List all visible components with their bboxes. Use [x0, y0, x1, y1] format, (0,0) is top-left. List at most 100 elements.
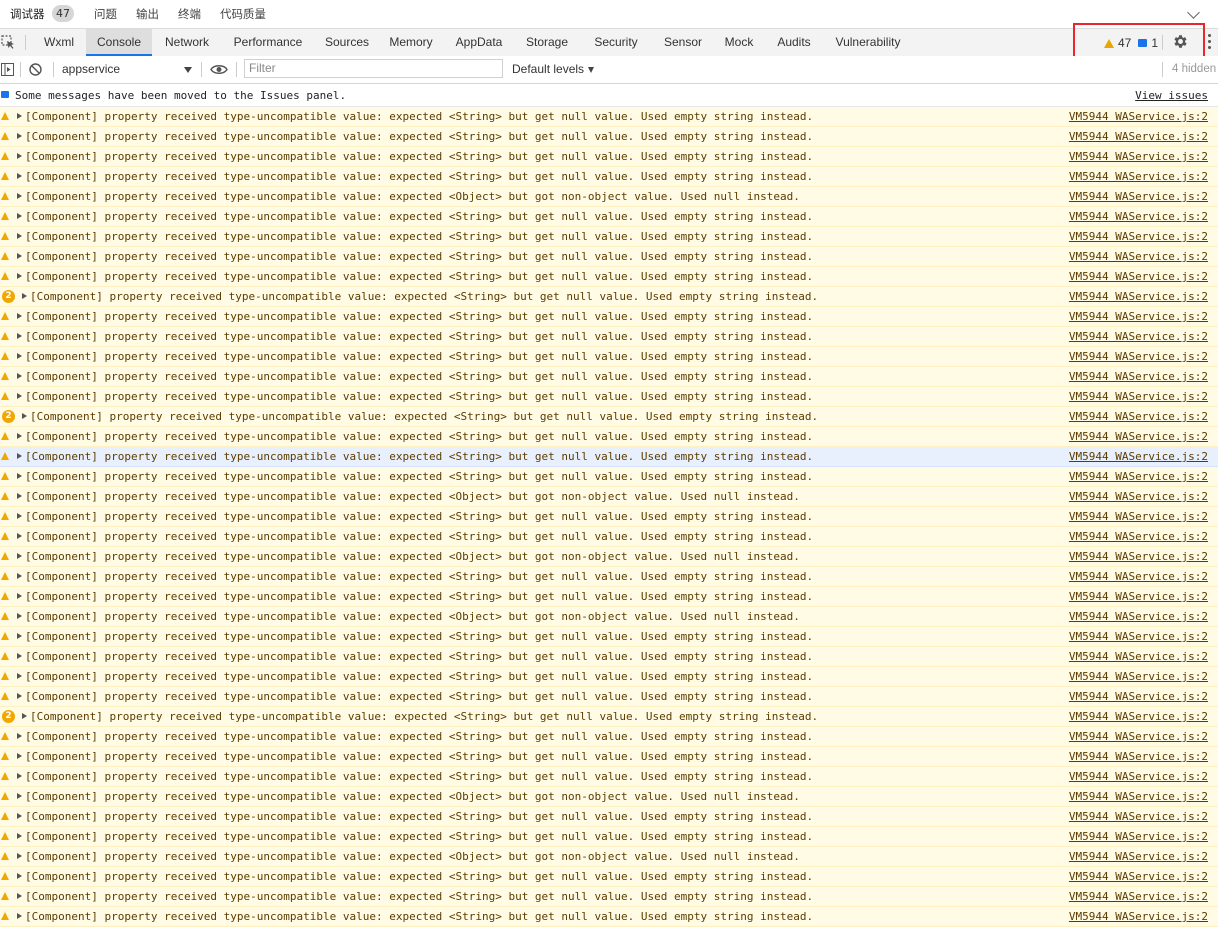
- source-link[interactable]: VM5944 WAService.js:2: [1069, 830, 1208, 843]
- expand-arrow-icon[interactable]: [17, 913, 22, 919]
- expand-arrow-icon[interactable]: [17, 313, 22, 319]
- console-message-row[interactable]: [Component] property received type-uncom…: [0, 267, 1218, 287]
- console-message-row[interactable]: [Component] property received type-uncom…: [0, 347, 1218, 367]
- console-message-row[interactable]: [Component] property received type-uncom…: [0, 807, 1218, 827]
- filter-input[interactable]: Filter: [244, 59, 503, 78]
- source-link[interactable]: VM5944 WAService.js:2: [1069, 770, 1208, 783]
- console-message-row[interactable]: [Component] property received type-uncom…: [0, 687, 1218, 707]
- expand-arrow-icon[interactable]: [22, 413, 27, 419]
- tab-storage[interactable]: Storage: [518, 29, 576, 56]
- source-link[interactable]: VM5944 WAService.js:2: [1069, 550, 1208, 563]
- source-link[interactable]: VM5944 WAService.js:2: [1069, 690, 1208, 703]
- tab-issues[interactable]: 问题: [94, 6, 117, 22]
- source-link[interactable]: VM5944 WAService.js:2: [1069, 250, 1208, 263]
- source-link[interactable]: VM5944 WAService.js:2: [1069, 570, 1208, 583]
- source-link[interactable]: VM5944 WAService.js:2: [1069, 390, 1208, 403]
- tab-audits[interactable]: Audits: [768, 29, 820, 56]
- tab-console[interactable]: Console: [86, 29, 152, 56]
- expand-arrow-icon[interactable]: [17, 633, 22, 639]
- tab-performance[interactable]: Performance: [226, 29, 310, 56]
- expand-arrow-icon[interactable]: [17, 573, 22, 579]
- tab-terminal[interactable]: 终端: [178, 6, 201, 22]
- tab-mock[interactable]: Mock: [716, 29, 762, 56]
- tab-sources[interactable]: Sources: [314, 29, 380, 56]
- source-link[interactable]: VM5944 WAService.js:2: [1069, 110, 1208, 123]
- expand-arrow-icon[interactable]: [17, 213, 22, 219]
- expand-arrow-icon[interactable]: [17, 553, 22, 559]
- tab-memory[interactable]: Memory: [380, 29, 442, 56]
- expand-arrow-icon[interactable]: [17, 433, 22, 439]
- expand-arrow-icon[interactable]: [17, 173, 22, 179]
- console-message-row[interactable]: [Component] property received type-uncom…: [0, 787, 1218, 807]
- console-message-row[interactable]: [Component] property received type-uncom…: [0, 767, 1218, 787]
- source-link[interactable]: VM5944 WAService.js:2: [1069, 710, 1208, 723]
- expand-arrow-icon[interactable]: [17, 133, 22, 139]
- chevron-down-icon[interactable]: [1187, 6, 1200, 19]
- source-link[interactable]: VM5944 WAService.js:2: [1069, 790, 1208, 803]
- console-message-row[interactable]: [Component] property received type-uncom…: [0, 447, 1218, 467]
- expand-arrow-icon[interactable]: [17, 813, 22, 819]
- console-message-row[interactable]: [Component] property received type-uncom…: [0, 127, 1218, 147]
- source-link[interactable]: VM5944 WAService.js:2: [1069, 310, 1208, 323]
- console-message-row[interactable]: [Component] property received type-uncom…: [0, 307, 1218, 327]
- source-link[interactable]: VM5944 WAService.js:2: [1069, 870, 1208, 883]
- expand-arrow-icon[interactable]: [17, 233, 22, 239]
- console-message-row[interactable]: [Component] property received type-uncom…: [0, 207, 1218, 227]
- levels-caret-icon[interactable]: [588, 67, 594, 73]
- console-message-row[interactable]: [Component] property received type-uncom…: [0, 667, 1218, 687]
- source-link[interactable]: VM5944 WAService.js:2: [1069, 150, 1208, 163]
- console-message-row[interactable]: 2 [Component] property received type-unco…: [0, 287, 1218, 307]
- source-link[interactable]: VM5944 WAService.js:2: [1069, 350, 1208, 363]
- clear-console-icon[interactable]: [29, 63, 42, 76]
- expand-arrow-icon[interactable]: [17, 793, 22, 799]
- tab-sensor[interactable]: Sensor: [656, 29, 710, 56]
- console-message-row[interactable]: [Component] property received type-uncom…: [0, 247, 1218, 267]
- source-link[interactable]: VM5944 WAService.js:2: [1069, 650, 1208, 663]
- console-message-row[interactable]: [Component] property received type-uncom…: [0, 587, 1218, 607]
- console-message-row[interactable]: [Component] property received type-uncom…: [0, 227, 1218, 247]
- console-message-row[interactable]: [Component] property received type-uncom…: [0, 147, 1218, 167]
- console-message-row[interactable]: [Component] property received type-uncom…: [0, 107, 1218, 127]
- expand-arrow-icon[interactable]: [17, 753, 22, 759]
- expand-arrow-icon[interactable]: [17, 253, 22, 259]
- console-message-row[interactable]: [Component] property received type-uncom…: [0, 527, 1218, 547]
- source-link[interactable]: VM5944 WAService.js:2: [1069, 590, 1208, 603]
- expand-arrow-icon[interactable]: [17, 193, 22, 199]
- expand-arrow-icon[interactable]: [17, 833, 22, 839]
- console-message-row[interactable]: [Component] property received type-uncom…: [0, 507, 1218, 527]
- console-message-row[interactable]: [Component] property received type-uncom…: [0, 547, 1218, 567]
- console-message-row[interactable]: [Component] property received type-uncom…: [0, 167, 1218, 187]
- more-options-icon[interactable]: [1208, 34, 1211, 52]
- console-message-row[interactable]: 2 [Component] property received type-unco…: [0, 407, 1218, 427]
- tab-vulnerability[interactable]: Vulnerability: [826, 29, 910, 56]
- source-link[interactable]: VM5944 WAService.js:2: [1069, 850, 1208, 863]
- source-link[interactable]: VM5944 WAService.js:2: [1069, 430, 1208, 443]
- expand-arrow-icon[interactable]: [17, 373, 22, 379]
- expand-arrow-icon[interactable]: [17, 273, 22, 279]
- expand-arrow-icon[interactable]: [17, 853, 22, 859]
- console-message-row[interactable]: [Component] property received type-uncom…: [0, 627, 1218, 647]
- source-link[interactable]: VM5944 WAService.js:2: [1069, 750, 1208, 763]
- tab-security[interactable]: Security: [582, 29, 650, 56]
- source-link[interactable]: VM5944 WAService.js:2: [1069, 170, 1208, 183]
- tab-wxml[interactable]: Wxml: [34, 29, 84, 56]
- eye-icon[interactable]: [210, 64, 228, 75]
- console-message-row[interactable]: [Component] property received type-uncom…: [0, 567, 1218, 587]
- expand-arrow-icon[interactable]: [17, 693, 22, 699]
- console-message-row[interactable]: 2 [Component] property received type-unco…: [0, 707, 1218, 727]
- source-link[interactable]: VM5944 WAService.js:2: [1069, 670, 1208, 683]
- console-message-row[interactable]: [Component] property received type-uncom…: [0, 467, 1218, 487]
- source-link[interactable]: VM5944 WAService.js:2: [1069, 270, 1208, 283]
- tab-appdata[interactable]: AppData: [446, 29, 512, 56]
- console-message-row[interactable]: [Component] property received type-uncom…: [0, 847, 1218, 867]
- expand-arrow-icon[interactable]: [17, 153, 22, 159]
- console-message-row[interactable]: [Component] property received type-uncom…: [0, 387, 1218, 407]
- console-message-row[interactable]: [Component] property received type-uncom…: [0, 607, 1218, 627]
- expand-arrow-icon[interactable]: [17, 513, 22, 519]
- source-link[interactable]: VM5944 WAService.js:2: [1069, 630, 1208, 643]
- expand-arrow-icon[interactable]: [17, 113, 22, 119]
- context-caret-icon[interactable]: [184, 67, 192, 73]
- expand-arrow-icon[interactable]: [17, 613, 22, 619]
- tab-output[interactable]: 输出: [136, 6, 159, 22]
- console-message-row[interactable]: [Component] property received type-uncom…: [0, 867, 1218, 887]
